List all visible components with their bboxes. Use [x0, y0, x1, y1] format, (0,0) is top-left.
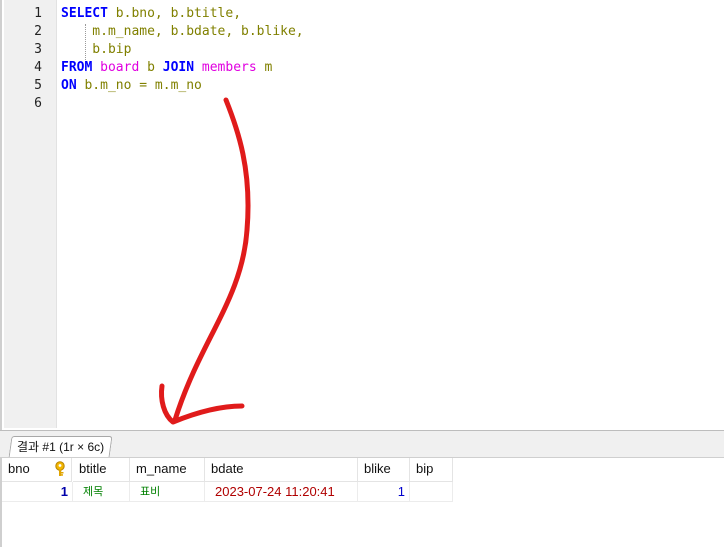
code-line: SELECT b.bno, b.btitle, [61, 5, 241, 23]
line-number: 1 [34, 6, 42, 21]
sql-editor[interactable]: 1 2 3 4 5 6 SELECT b.bno, b.btitle, m.m_name,… [0, 0, 724, 430]
code-token: SELECT [61, 6, 108, 21]
cell-bip[interactable] [410, 482, 453, 502]
cell-m-name[interactable]: 표비 [130, 482, 205, 502]
primary-key-icon [55, 461, 65, 476]
code-token: m.m_name, b.bdate, b.blike, [61, 24, 304, 39]
code-token: b.m_no = m.m_no [76, 78, 202, 93]
line-number-gutter: 1 2 3 4 5 6 [4, 0, 57, 428]
column-header-m-name[interactable]: m_name [130, 458, 205, 482]
cell-bdate[interactable]: 2023-07-24 11:20:41 [205, 482, 358, 502]
column-header-bdate[interactable]: bdate [205, 458, 358, 482]
column-header-bip[interactable]: bip [410, 458, 453, 482]
code-token: board [100, 60, 140, 75]
cell-bno[interactable]: 1 [2, 482, 73, 502]
line-number: 6 [34, 96, 42, 111]
code-token: FROM [61, 60, 93, 75]
code-line: m.m_name, b.bdate, b.blike, [61, 23, 304, 41]
result-tab-bar: 결과 #1 (1r × 6c) [0, 430, 724, 458]
cell-blike[interactable]: 1 [358, 482, 410, 502]
column-header-btitle[interactable]: btitle [73, 458, 130, 482]
code-token: ON [61, 78, 77, 93]
code-token: m [256, 60, 273, 75]
code-line: FROM board b JOIN members m [61, 59, 272, 77]
tab-result-1-label: 결과 #1 (1r × 6c) [17, 440, 105, 454]
cell-btitle[interactable]: 제목 [73, 482, 130, 502]
line-number: 2 [34, 24, 42, 39]
result-grid[interactable]: bno btitle m_name bdate blike bip 1 제목 표… [0, 457, 724, 547]
code-token: members [201, 60, 257, 75]
tab-result-1[interactable]: 결과 #1 (1r × 6c) [8, 436, 113, 458]
line-number: 3 [34, 42, 42, 57]
line-number: 4 [34, 60, 42, 75]
line-number: 5 [34, 78, 42, 93]
code-line: ON b.m_no = m.m_no [61, 77, 202, 95]
code-token: b.bno, b.btitle, [107, 6, 242, 21]
column-header-blike[interactable]: blike [358, 458, 410, 482]
code-token: b.bip [61, 42, 132, 57]
code-token: b [139, 60, 163, 75]
code-line: b.bip [61, 41, 131, 59]
code-token: JOIN [162, 60, 195, 75]
